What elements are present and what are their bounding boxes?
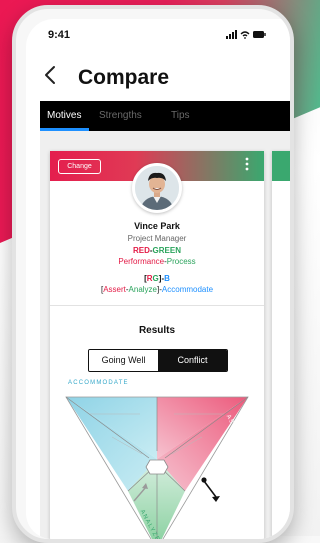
motive-combo-description: Performance-Process xyxy=(50,257,264,266)
tab-strengths[interactable]: Strengths xyxy=(99,110,142,121)
combo-second: GREEN xyxy=(152,246,181,255)
results-title: Results xyxy=(138,325,176,336)
code-sub-assert: Assert xyxy=(103,285,126,294)
card-divider xyxy=(50,305,264,306)
tab-bar: Motives Strengths Tips xyxy=(40,101,290,131)
chevron-left-icon xyxy=(45,66,55,84)
person-photo-icon xyxy=(135,166,179,210)
center-hexagon xyxy=(145,459,169,475)
next-card-peek[interactable] xyxy=(272,151,290,539)
motive-code: [RG]-B xyxy=(50,274,264,283)
back-button[interactable] xyxy=(44,65,56,89)
accommodate-label: ACCOMMODATE xyxy=(68,380,129,386)
content-area: Change Vince Park Project Manager RED-GR… xyxy=(40,131,290,539)
results-toggle: Going Well Conflict xyxy=(88,349,228,372)
motive-combo: RED-GREEN xyxy=(50,246,264,255)
tab-motives[interactable]: Motives xyxy=(47,110,81,121)
marker-pin-icon xyxy=(201,477,220,502)
code-b: B xyxy=(164,274,170,283)
tab-tips[interactable]: Tips xyxy=(171,110,190,121)
motive-code-description: [Assert-Analyze]-Accommodate xyxy=(50,285,264,294)
code-sub-analyze: Analyze xyxy=(128,285,157,294)
vertical-dots-icon xyxy=(245,157,249,171)
code-sub-accommodate: Accommodate xyxy=(161,285,214,294)
status-bar: 9:41 xyxy=(26,19,290,47)
avatar xyxy=(132,163,182,213)
app-screen: 9:41 Compare Motives Strengths Tips Chan… xyxy=(26,19,290,539)
change-button[interactable]: Change xyxy=(58,159,101,174)
profile-card: Change Vince Park Project Manager RED-GR… xyxy=(50,151,264,539)
next-card-header xyxy=(272,151,290,181)
combo-desc-first: Performance xyxy=(118,257,165,266)
combo-first: RED xyxy=(132,246,150,255)
going-well-option[interactable]: Going Well xyxy=(89,350,158,371)
page-title: Compare xyxy=(78,66,170,89)
more-options-icon[interactable] xyxy=(245,157,249,173)
signal-wifi-battery-icon xyxy=(226,30,266,39)
status-time: 9:41 xyxy=(48,29,71,41)
profile-role: Project Manager xyxy=(127,234,187,243)
status-icons xyxy=(226,30,266,41)
profile-name: Vince Park xyxy=(134,221,180,231)
phone-frame: 9:41 Compare Motives Strengths Tips Chan… xyxy=(12,5,294,543)
combo-desc-second: Process xyxy=(166,257,196,266)
motive-triangle xyxy=(65,396,249,539)
conflict-option[interactable]: Conflict xyxy=(158,350,227,371)
